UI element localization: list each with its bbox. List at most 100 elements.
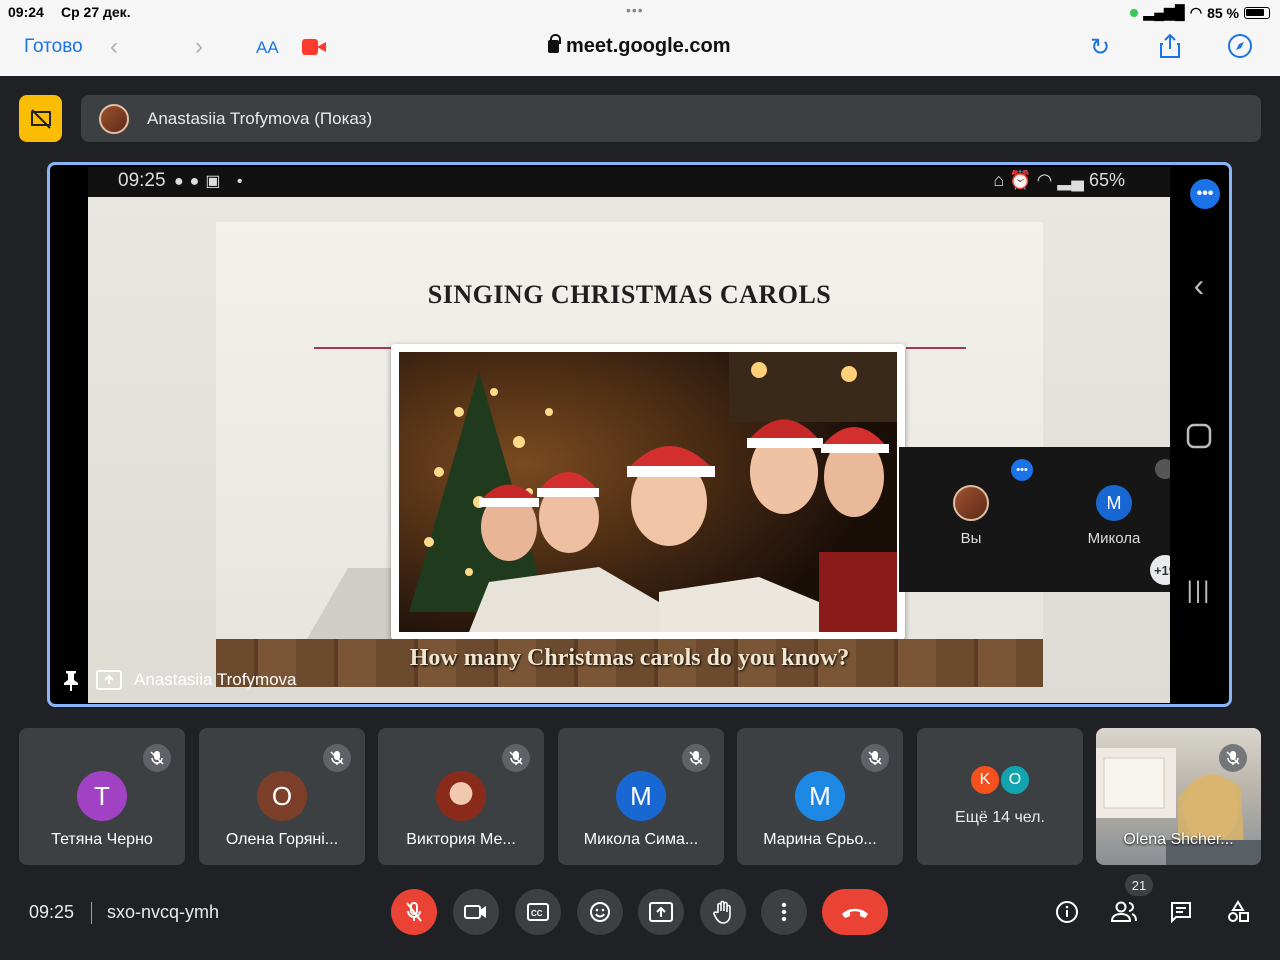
shared-screen-stage[interactable]: 09:25 ●●▣ • ⌂ ⏰ ◠ ▂▄ 65% SINGING CHRISTM… xyxy=(47,162,1232,707)
participant-name: Olena Shcher... xyxy=(1123,831,1234,848)
wifi-icon: ◠ xyxy=(1189,4,1203,20)
emoji-icon xyxy=(590,902,610,922)
signal-icon: ▂▄▆█ xyxy=(1143,4,1185,20)
mic-off-icon xyxy=(406,902,422,922)
captions-icon: CC xyxy=(527,903,549,921)
phone-battery-label: 65% xyxy=(1088,170,1125,190)
presenter-name: Anastasiia Trofymova (Показ) xyxy=(147,108,373,128)
camera-in-use-dot-icon xyxy=(1130,8,1139,17)
more-options-icon: ••• xyxy=(1011,459,1033,481)
avatar: M xyxy=(616,771,666,821)
self-label: Вы xyxy=(960,530,982,547)
phone-status-bar: 09:25 ●●▣ • ⌂ ⏰ ◠ ▂▄ 65% xyxy=(88,167,1170,197)
presentation-badge[interactable] xyxy=(19,95,62,142)
chat-button[interactable] xyxy=(1166,897,1196,927)
lock-icon xyxy=(548,34,561,53)
more-options-button[interactable] xyxy=(761,889,807,935)
participant-tile[interactable]: M Микола Сима... xyxy=(558,728,724,865)
slide-title: SINGING CHRISTMAS CAROLS xyxy=(427,280,832,309)
done-button[interactable]: Готово xyxy=(24,36,83,58)
hand-icon xyxy=(713,900,731,924)
stage-more-options-button[interactable]: ••• xyxy=(1190,179,1220,209)
phone-status-icons: ⌂ ⏰ ◠ ▂▄ xyxy=(993,170,1089,190)
other-participant: M Микола xyxy=(1064,485,1164,547)
avatar: O xyxy=(999,764,1031,796)
reload-icon[interactable]: ↻ xyxy=(1090,33,1110,62)
activities-button[interactable] xyxy=(1223,897,1253,927)
status-indicators: ▂▄▆█ ◠ 85 % xyxy=(1130,4,1270,21)
phone-home-icon xyxy=(1170,423,1228,454)
share-icon[interactable] xyxy=(1158,33,1182,66)
more-participants-tile[interactable]: K O Ещё 14 чел. xyxy=(917,728,1083,865)
ios-status-bar: 09:24 Ср 27 дек. ••• ▂▄▆█ ◠ 85 % xyxy=(0,0,1280,24)
people-button[interactable] xyxy=(1109,897,1139,927)
avatar-photo xyxy=(436,771,486,821)
chat-icon xyxy=(1171,902,1191,924)
self-participant: Вы xyxy=(921,485,1021,547)
mic-off-icon xyxy=(323,744,351,772)
shared-phone-screen: 09:25 ●●▣ • ⌂ ⏰ ◠ ▂▄ 65% SINGING CHRISTM… xyxy=(88,167,1187,703)
people-count-badge: 21 xyxy=(1125,874,1153,896)
video-camera-icon xyxy=(464,905,486,919)
safari-toolbar: Готово ‹ › AA meet.google.com ↻ xyxy=(0,24,1280,76)
present-icon xyxy=(649,902,673,922)
participant-tile[interactable]: O Олена Горяні... xyxy=(199,728,365,865)
hang-up-icon xyxy=(842,908,868,918)
raise-hand-button[interactable] xyxy=(700,889,746,935)
participant-tile[interactable]: M Марина Єрьо... xyxy=(737,728,903,865)
battery-icon xyxy=(1244,6,1270,19)
mic-off-icon xyxy=(502,744,530,772)
phone-recents-icon: ||| xyxy=(1186,577,1212,604)
address-bar[interactable]: meet.google.com xyxy=(548,34,731,58)
browser-chrome: 09:24 Ср 27 дек. ••• ▂▄▆█ ◠ 85 % Готово … xyxy=(0,0,1280,76)
stage-presenter-name: Anastasiia Trofymova xyxy=(134,670,297,689)
mic-off-icon xyxy=(143,744,171,772)
video-participant-tile[interactable]: Olena Shcher... xyxy=(1096,728,1261,865)
avatar: M xyxy=(795,771,845,821)
text-size-button[interactable]: AA xyxy=(256,38,279,58)
camera-recording-icon[interactable] xyxy=(302,39,326,55)
presenter-bar[interactable]: Anastasiia Trofymova (Показ) xyxy=(81,95,1261,142)
back-chevron-icon[interactable]: ‹ xyxy=(110,33,118,61)
self-avatar xyxy=(953,485,989,521)
stage-footer: Anastasiia Trofymova xyxy=(58,669,297,691)
participant-name: Виктория Ме... xyxy=(406,831,516,848)
participant-name: Олена Горяні... xyxy=(225,831,339,848)
participant-tile[interactable]: T Тетяна Черно xyxy=(19,728,185,865)
avatar: O xyxy=(257,771,307,821)
presenting-icon xyxy=(96,669,122,691)
other-name: Микола xyxy=(1087,530,1141,547)
meeting-time: 09:25 xyxy=(29,902,75,922)
people-icon xyxy=(1110,901,1137,922)
mic-off-icon xyxy=(1219,744,1247,772)
leave-call-button[interactable] xyxy=(822,889,888,935)
pin-icon[interactable] xyxy=(58,669,84,691)
url-text: meet.google.com xyxy=(566,35,731,57)
forward-chevron-icon[interactable]: › xyxy=(195,33,203,61)
microphone-toggle-button[interactable] xyxy=(391,889,437,935)
phone-back-icon: ‹ xyxy=(1193,267,1205,303)
svg-text:CC: CC xyxy=(531,909,543,918)
battery-label: 85 % xyxy=(1207,4,1239,21)
captions-button[interactable]: CC xyxy=(515,889,561,935)
carol-singers-photo xyxy=(391,344,905,640)
meeting-code: sxo-nvcq-ymh xyxy=(107,902,220,922)
present-screen-button[interactable] xyxy=(638,889,684,935)
status-time: 09:24 xyxy=(8,4,44,20)
compass-icon[interactable] xyxy=(1227,33,1253,66)
slide-rule-left xyxy=(314,347,394,349)
reactions-button[interactable] xyxy=(577,889,623,935)
camera-toggle-button[interactable] xyxy=(453,889,499,935)
more-vert-icon xyxy=(781,902,787,922)
participant-name: Микола Сима... xyxy=(583,831,699,848)
phone-nav-rail: ‹ ||| xyxy=(1170,167,1228,703)
meeting-details-button[interactable] xyxy=(1052,897,1082,927)
presenter-avatar xyxy=(99,103,129,134)
present-off-icon xyxy=(30,108,51,129)
phone-meet-floating-panel: ••• Вы M Микола +19 xyxy=(899,447,1187,592)
avatar: K xyxy=(969,764,1001,796)
mic-off-icon xyxy=(682,744,710,772)
participant-name: Тетяна Черно xyxy=(51,831,153,848)
participant-tile[interactable]: Виктория Ме... xyxy=(378,728,544,865)
multitask-dots-icon[interactable]: ••• xyxy=(626,2,644,18)
